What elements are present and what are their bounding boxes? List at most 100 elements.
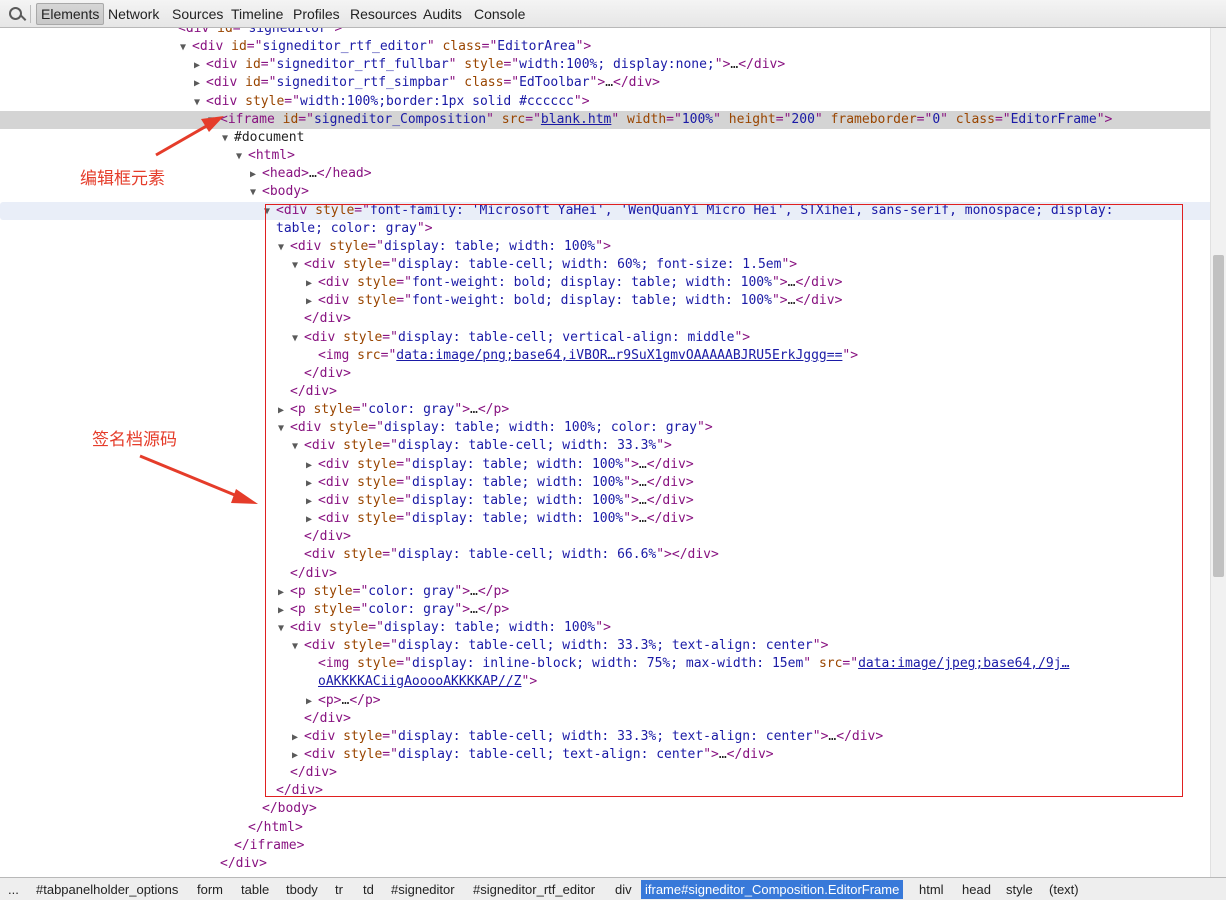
- node-text: =": [260, 75, 277, 90]
- tab-sources[interactable]: Sources: [168, 3, 227, 25]
- breadcrumb: ... #tabpanelholder_options form table tbody…: [0, 877, 1226, 900]
- disclosure-collapsed-icon[interactable]: ▶: [194, 75, 206, 93]
- breadcrumb-item[interactable]: html: [915, 880, 948, 899]
- breadcrumb-item[interactable]: td: [359, 880, 378, 899]
- devtools-toolbar: Elements Network Sources Timeline Profiles Re…: [0, 0, 1226, 28]
- attribute-value: signeditor_rtf_simpbar: [276, 75, 449, 90]
- attribute-name: id: [217, 28, 233, 36]
- dom-node[interactable]: ▶ <head>…</head>: [0, 165, 1210, 183]
- tab-console[interactable]: Console: [470, 3, 529, 25]
- node-text: <div: [206, 57, 246, 72]
- disclosure-expanded-icon[interactable]: ▼: [222, 130, 234, 148]
- toolbar-divider: [30, 5, 31, 23]
- attribute-value: EditorArea: [497, 39, 576, 54]
- node-text: <div: [206, 94, 246, 109]
- dom-node[interactable]: </html>: [0, 819, 1210, 837]
- node-text: =": [481, 39, 498, 54]
- breadcrumb-item[interactable]: #tabpanelholder_options: [32, 880, 182, 899]
- vertical-scrollbar[interactable]: [1210, 28, 1226, 877]
- attribute-name: id: [231, 39, 247, 54]
- node-text: <div: [192, 39, 232, 54]
- disclosure-expanded-icon[interactable]: ▼: [250, 184, 262, 202]
- attribute-name: width: [627, 112, 667, 127]
- breadcrumb-item[interactable]: (text): [1045, 880, 1083, 899]
- disclosure-expanded-icon[interactable]: ▼: [208, 112, 220, 130]
- dom-node[interactable]: ▼ <div style="width:100%;border:1px solid…: [0, 93, 1210, 111]
- breadcrumb-item[interactable]: #signeditor_rtf_editor: [469, 880, 599, 899]
- node-text: =": [525, 112, 541, 127]
- attribute-value: EditorFrame: [1010, 112, 1097, 127]
- disclosure-collapsed-icon[interactable]: ▶: [194, 57, 206, 75]
- dom-node[interactable]: <div id="signeditor">: [0, 28, 1210, 38]
- node-text: ": [426, 39, 443, 54]
- dom-node[interactable]: ▼ <div id="signeditor_rtf_editor" class="…: [0, 38, 1210, 56]
- attribute-link[interactable]: blank.htm: [541, 112, 611, 127]
- tab-elements[interactable]: Elements: [36, 3, 105, 25]
- dom-node[interactable]: ▶ <div id="signeditor_rtf_simpbar" class=…: [0, 74, 1210, 92]
- node-text: ">: [1096, 112, 1113, 127]
- tab-audits[interactable]: Audits: [419, 3, 466, 25]
- breadcrumb-item[interactable]: tbody: [282, 880, 322, 899]
- breadcrumb-item[interactable]: head: [958, 880, 995, 899]
- node-text: =": [916, 112, 933, 127]
- node-text: <body>: [262, 184, 309, 199]
- dom-node[interactable]: </div>: [0, 855, 1210, 873]
- breadcrumb-item[interactable]: #signeditor: [387, 880, 459, 899]
- disclosure-collapsed-icon[interactable]: ▶: [250, 166, 262, 184]
- node-text: </iframe>: [234, 838, 305, 853]
- node-text: </html>: [248, 820, 303, 835]
- attribute-value: signeditor_Composition: [313, 112, 487, 127]
- node-text: ": [448, 75, 465, 90]
- breadcrumb-item[interactable]: style: [1002, 880, 1037, 899]
- dom-node[interactable]: </body>: [0, 800, 1210, 818]
- node-text: <iframe: [220, 112, 283, 127]
- breadcrumb-item[interactable]: iframe#signeditor_Composition.EditorFram…: [641, 880, 904, 899]
- breadcrumb-item[interactable]: ...: [4, 880, 23, 899]
- disclosure-expanded-icon[interactable]: ▼: [236, 148, 248, 166]
- node-text: =": [284, 94, 300, 109]
- node-text: ">: [573, 94, 590, 109]
- attribute-name: class: [442, 39, 482, 54]
- dom-node[interactable]: ▼ <body>: [0, 183, 1210, 201]
- dom-node[interactable]: ▼ #document: [0, 129, 1210, 147]
- node-text: =": [246, 39, 263, 54]
- attribute-name: id: [282, 112, 299, 127]
- node-text: =": [298, 112, 314, 127]
- attribute-value: EdToolbar: [519, 75, 590, 90]
- breadcrumb-item[interactable]: form: [193, 880, 227, 899]
- node-text: <head>: [262, 166, 309, 181]
- tab-network[interactable]: Network: [104, 3, 163, 25]
- node-text: <html>: [248, 148, 295, 163]
- attribute-name: style: [245, 94, 285, 109]
- node-text: </div>: [220, 856, 267, 871]
- dom-node[interactable]: ▼ <html>: [0, 147, 1210, 165]
- breadcrumb-item[interactable]: table: [237, 880, 273, 899]
- scrollbar-thumb[interactable]: [1213, 255, 1224, 577]
- frame-element-annotation: 编辑框元素: [80, 169, 165, 189]
- dom-node[interactable]: ▶ <div id="signeditor_rtf_fullbar" style=…: [0, 56, 1210, 74]
- node-text: </body>: [262, 801, 317, 816]
- breadcrumb-item[interactable]: div: [611, 880, 636, 899]
- node-text: </div>: [613, 75, 660, 90]
- search-icon[interactable]: [4, 3, 27, 25]
- tab-resources[interactable]: Resources: [346, 3, 421, 25]
- node-text: #document: [234, 130, 305, 145]
- attribute-name: style: [464, 57, 504, 72]
- dom-node[interactable]: </iframe>: [0, 837, 1210, 855]
- attribute-value: 0: [932, 112, 941, 127]
- attribute-name: frameborder: [830, 112, 917, 127]
- attribute-value: width:100%;border:1px solid #cccccc: [299, 94, 574, 109]
- attribute-name: class: [464, 75, 504, 90]
- tab-profiles[interactable]: Profiles: [289, 3, 344, 25]
- signature-source-annotation: 签名档源码: [92, 430, 177, 450]
- disclosure-expanded-icon[interactable]: ▼: [180, 39, 192, 57]
- dom-node-selected[interactable]: ▼ <iframe id="signeditor_Composition" src…: [0, 111, 1210, 129]
- breadcrumb-item[interactable]: tr: [331, 880, 347, 899]
- attribute-name: src: [501, 112, 526, 127]
- attribute-value: width:100%; display:none;: [519, 57, 715, 72]
- attribute-value: signeditor_rtf_fullbar: [276, 57, 449, 72]
- disclosure-expanded-icon[interactable]: ▼: [194, 94, 206, 112]
- tab-timeline[interactable]: Timeline: [227, 3, 287, 25]
- node-text: ": [940, 112, 956, 127]
- attribute-name: height: [728, 112, 776, 127]
